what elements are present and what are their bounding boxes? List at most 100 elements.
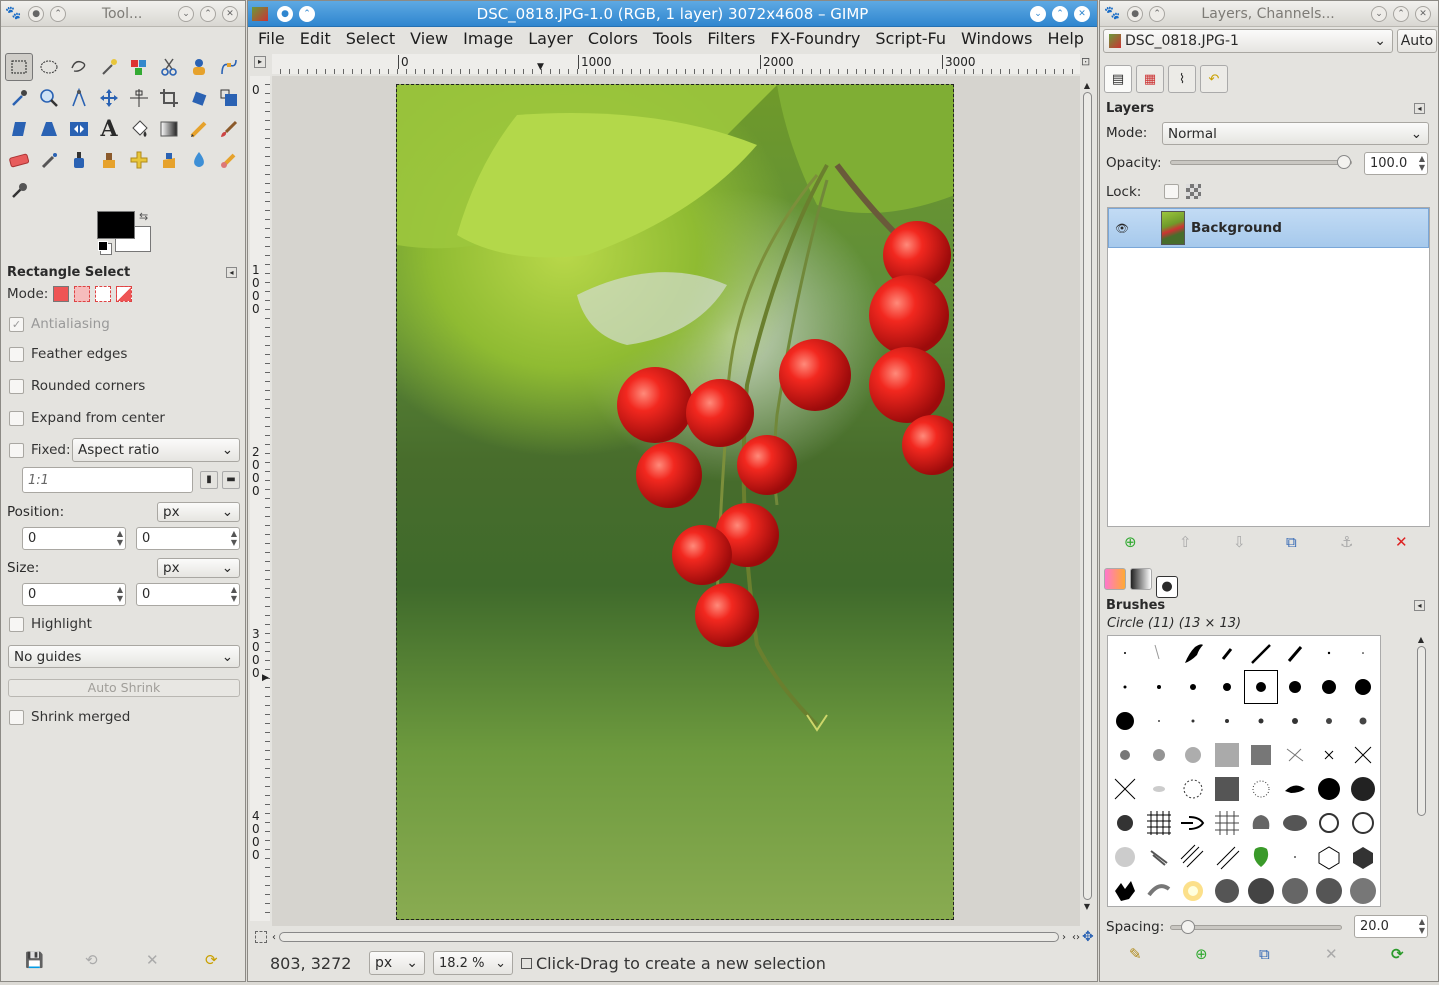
anchor-layer-icon[interactable]: ⚓ [1340, 533, 1353, 551]
gradients-tab-icon[interactable] [1130, 568, 1152, 590]
paintbrush-tool-icon[interactable] [215, 115, 243, 143]
spin-arrows-icon[interactable]: ▲ ▼ [231, 529, 237, 547]
brush-item[interactable] [1278, 636, 1312, 670]
brush-item[interactable] [1108, 806, 1142, 840]
heal-tool-icon[interactable] [125, 146, 153, 174]
brush-item[interactable] [1142, 806, 1176, 840]
fixed-option[interactable]: Fixed: [9, 442, 71, 458]
eye-icon[interactable]: 👁 [1109, 222, 1135, 235]
brush-item[interactable] [1142, 704, 1176, 738]
brush-item[interactable] [1244, 806, 1278, 840]
window-menu-icon[interactable]: ● [1127, 5, 1144, 22]
menu-edit[interactable]: Edit [300, 29, 331, 48]
edit-brush-icon[interactable]: ✎ [1129, 945, 1142, 963]
brush-item[interactable] [1210, 636, 1244, 670]
brush-item[interactable] [1142, 772, 1176, 806]
perspective-clone-tool-icon[interactable] [155, 146, 183, 174]
paths-tab-icon[interactable]: ⌇ [1168, 65, 1196, 93]
brush-item[interactable] [1346, 636, 1380, 670]
canvas-area[interactable] [272, 76, 1080, 926]
guides-dropdown[interactable]: No guides ⌄ [8, 645, 240, 668]
spin-arrows-icon[interactable]: ▲ ▼ [117, 529, 123, 547]
layers-menu-icon[interactable]: ◂ [1414, 103, 1425, 114]
antialiasing-checkbox[interactable]: ✓ [9, 316, 24, 332]
brush-item[interactable] [1108, 704, 1142, 738]
undo-tab-icon[interactable]: ↶ [1200, 65, 1228, 93]
menu-windows[interactable]: Windows [961, 29, 1032, 48]
align-tool-icon[interactable] [125, 84, 153, 112]
shrink-merged-checkbox[interactable] [9, 709, 24, 725]
bucket-fill-tool-icon[interactable] [125, 115, 153, 143]
brush-item[interactable] [1142, 840, 1176, 874]
foreground-select-tool-icon[interactable] [185, 53, 213, 81]
refresh-brushes-icon[interactable]: ⟳ [1391, 945, 1404, 963]
clone-tool-icon[interactable] [95, 146, 123, 174]
scroll-down-icon[interactable]: ▼ [1081, 902, 1093, 911]
brush-item[interactable] [1210, 670, 1244, 704]
brush-item[interactable] [1176, 806, 1210, 840]
brush-item[interactable] [1142, 738, 1176, 772]
zoom-tool-icon[interactable] [35, 84, 63, 112]
delete-options-icon[interactable]: ✕ [146, 951, 159, 969]
brush-item[interactable] [1176, 636, 1210, 670]
select-by-color-tool-icon[interactable] [125, 53, 153, 81]
brush-item[interactable] [1244, 738, 1278, 772]
brush-item[interactable] [1108, 772, 1142, 806]
size-width-input[interactable]: 0 ▲ ▼ [22, 583, 126, 606]
vertical-scroll-thumb[interactable] [1082, 92, 1092, 900]
brush-item[interactable] [1346, 772, 1380, 806]
keep-above-icon[interactable]: ⌃ [299, 5, 315, 22]
duplicate-layer-icon[interactable]: ⧉ [1286, 533, 1297, 551]
scroll-right-icon[interactable]: › [1062, 932, 1066, 943]
navigate-icon[interactable]: ⊡ [1081, 55, 1090, 68]
close-button[interactable]: ✕ [1074, 5, 1090, 22]
window-menu-icon[interactable]: ● [28, 5, 45, 22]
fixed-dropdown[interactable]: Aspect ratio ⌄ [72, 438, 240, 462]
text-tool-icon[interactable]: A [95, 115, 123, 143]
menu-colors[interactable]: Colors [588, 29, 638, 48]
menu-help[interactable]: Help [1047, 29, 1083, 48]
duplicate-brush-icon[interactable]: ⧉ [1259, 945, 1270, 963]
menu-layer[interactable]: Layer [528, 29, 573, 48]
rect-select-tool-icon[interactable] [5, 53, 33, 81]
brushes-menu-icon[interactable]: ◂ [1414, 600, 1425, 611]
mode-intersect-icon[interactable] [116, 286, 133, 302]
brush-item[interactable] [1176, 874, 1210, 906]
expand-checkbox[interactable] [9, 410, 24, 426]
spin-arrows-icon[interactable]: ▲ ▼ [117, 585, 123, 603]
window-menu-icon[interactable]: ● [277, 5, 293, 22]
opacity-input[interactable]: 100.0 ▲ ▼ [1364, 152, 1428, 175]
lock-pixels-checkbox[interactable] [1164, 184, 1179, 199]
spacing-slider-handle[interactable] [1181, 920, 1195, 934]
raise-layer-icon[interactable]: ⇧ [1179, 533, 1192, 551]
brush-item[interactable] [1108, 636, 1142, 670]
close-button[interactable]: ✕ [1415, 5, 1431, 22]
rounded-checkbox[interactable] [9, 378, 24, 394]
brush-item[interactable] [1346, 874, 1380, 906]
brush-item[interactable] [1346, 670, 1380, 704]
spin-arrows-icon[interactable]: ▲ ▼ [1419, 154, 1425, 172]
save-options-icon[interactable]: 💾 [25, 951, 44, 969]
mode-add-icon[interactable] [74, 286, 91, 302]
ruler-corner-icon[interactable]: ▸ [254, 56, 266, 68]
brush-item[interactable] [1312, 874, 1346, 906]
color-picker-tool-icon[interactable] [5, 84, 33, 112]
paths-tool-icon[interactable] [215, 53, 243, 81]
spacing-input[interactable]: 20.0 ▲ ▼ [1354, 915, 1428, 938]
brush-item[interactable] [1108, 670, 1142, 704]
brush-item[interactable] [1210, 874, 1244, 906]
horizontal-scroll-thumb[interactable] [279, 932, 1059, 942]
keep-above-icon[interactable]: ⌃ [50, 5, 67, 22]
feather-checkbox[interactable] [9, 346, 24, 362]
crop-tool-icon[interactable] [155, 84, 183, 112]
menu-select[interactable]: Select [346, 29, 395, 48]
auto-button[interactable]: Auto [1397, 29, 1437, 53]
opacity-slider[interactable] [1170, 155, 1352, 169]
brush-item[interactable] [1346, 704, 1380, 738]
unit-dropdown[interactable]: px ⌄ [369, 951, 425, 975]
brush-item[interactable] [1244, 704, 1278, 738]
brush-item[interactable] [1176, 840, 1210, 874]
menu-fx-foundry[interactable]: FX-Foundry [770, 29, 860, 48]
pencil-tool-icon[interactable] [185, 115, 213, 143]
brush-item[interactable] [1312, 704, 1346, 738]
